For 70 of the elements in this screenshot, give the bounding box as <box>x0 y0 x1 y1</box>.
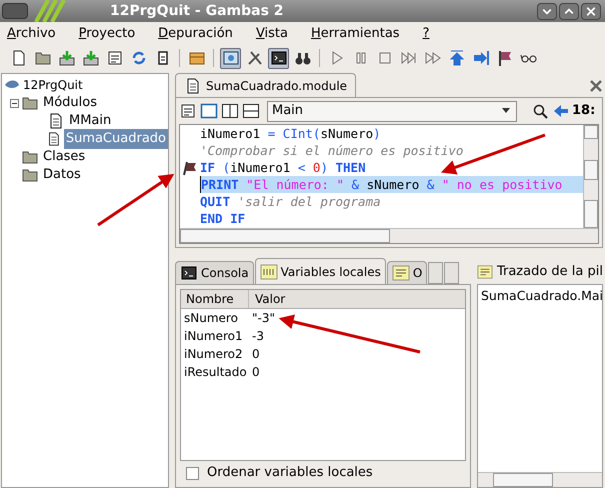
column-header[interactable]: Valor <box>249 290 286 308</box>
menu-item[interactable]: Herramientas <box>311 24 400 44</box>
note-icon <box>392 264 410 282</box>
table-cell-text: 0 <box>251 346 260 363</box>
checkbox[interactable] <box>186 466 199 480</box>
arrow-up-icon <box>448 49 466 67</box>
menu-item[interactable]: ? <box>422 24 430 44</box>
tree-item[interactable]: Clases <box>41 147 88 167</box>
close-icon[interactable] <box>589 79 603 93</box>
back-arrow-icon[interactable] <box>553 103 569 119</box>
window-menu-button[interactable] <box>2 3 28 19</box>
toolbar-button[interactable] <box>268 48 289 68</box>
arrow-right-icon <box>472 49 490 67</box>
menu-item[interactable]: Vista <box>256 24 288 44</box>
menu-item[interactable]: Depuración <box>158 24 233 44</box>
table-cell-text: 0 <box>251 364 260 381</box>
download-icon <box>82 49 100 67</box>
form-icon <box>222 49 240 67</box>
breakpoint-flag-icon[interactable] <box>182 160 198 176</box>
tree-item[interactable]: MMain <box>67 111 114 131</box>
close-button[interactable] <box>581 2 601 20</box>
split-vertical-icon[interactable] <box>221 102 239 120</box>
tree-item[interactable]: Módulos <box>41 93 99 113</box>
procedure-dropdown[interactable]: Main <box>267 100 517 122</box>
checkbox-label: Ordenar variables locales <box>207 464 373 482</box>
code-line: IF (iNumero1 < 0) THEN <box>200 159 367 176</box>
download-icon <box>58 49 76 67</box>
document-icon <box>106 49 124 67</box>
code-line: 'Comprobar si el número es positivo <box>200 142 464 159</box>
window-title: 12PrgQuit - Gambas 2 <box>110 2 284 20</box>
terminal-icon <box>270 49 288 67</box>
editor-tab[interactable]: SumaCuadrado.module <box>175 73 356 97</box>
tools-icon <box>246 49 264 67</box>
menu-item[interactable]: Archivo <box>7 24 56 44</box>
stack-panel-title: Trazado de la pil <box>496 263 603 282</box>
dropdown-arrow-icon <box>501 108 511 114</box>
column-header[interactable]: Nombre <box>181 290 249 308</box>
step-forward-icon <box>400 49 418 67</box>
maximize-button[interactable] <box>559 2 579 20</box>
tree-item[interactable]: SumaCuadrado <box>64 129 168 149</box>
document-icon <box>179 102 197 120</box>
table-cell-text: sNumero <box>183 310 239 327</box>
tree-item[interactable]: Datos <box>41 165 83 185</box>
menu-item[interactable]: Proyecto <box>78 24 136 44</box>
code-line: QUIT 'salir del programa <box>200 193 382 210</box>
table-cell-text: iNumero2 <box>183 346 244 363</box>
stack-list-icon <box>477 263 493 281</box>
toolbar-button[interactable] <box>220 48 241 68</box>
table-cell-text: iNumero1 <box>183 328 244 345</box>
collapse-icon[interactable] <box>10 98 19 108</box>
window-layout-icon[interactable] <box>200 102 218 120</box>
table-cell-text: -3 <box>251 328 264 345</box>
tree-item[interactable]: 12PrgQuit <box>23 76 83 94</box>
debug-tab[interactable]: Variables locales <box>254 258 386 284</box>
table-cell-text: iResultado <box>183 364 248 381</box>
horizontal-scrollbar[interactable] <box>180 228 598 243</box>
vertical-scrollbar[interactable] <box>583 125 598 228</box>
minimize-button[interactable] <box>537 2 557 20</box>
table-cell-text: "-3" <box>251 310 276 327</box>
search-icon[interactable] <box>532 102 550 120</box>
split-horizontal-icon[interactable] <box>242 102 260 120</box>
terminal-icon <box>180 264 198 282</box>
debug-tab[interactable]: Consola <box>175 261 254 284</box>
code-line: END IF <box>200 210 246 227</box>
cursor-position: 18: <box>572 102 596 120</box>
horizontal-scrollbar[interactable] <box>478 472 602 487</box>
code-line: iNumero1 = CInt(sNumero) <box>200 125 382 142</box>
fast-forward-icon <box>424 49 442 67</box>
debug-tab[interactable]: O <box>386 261 428 284</box>
stack-item[interactable]: SumaCuadrado.Mai <box>478 285 602 306</box>
